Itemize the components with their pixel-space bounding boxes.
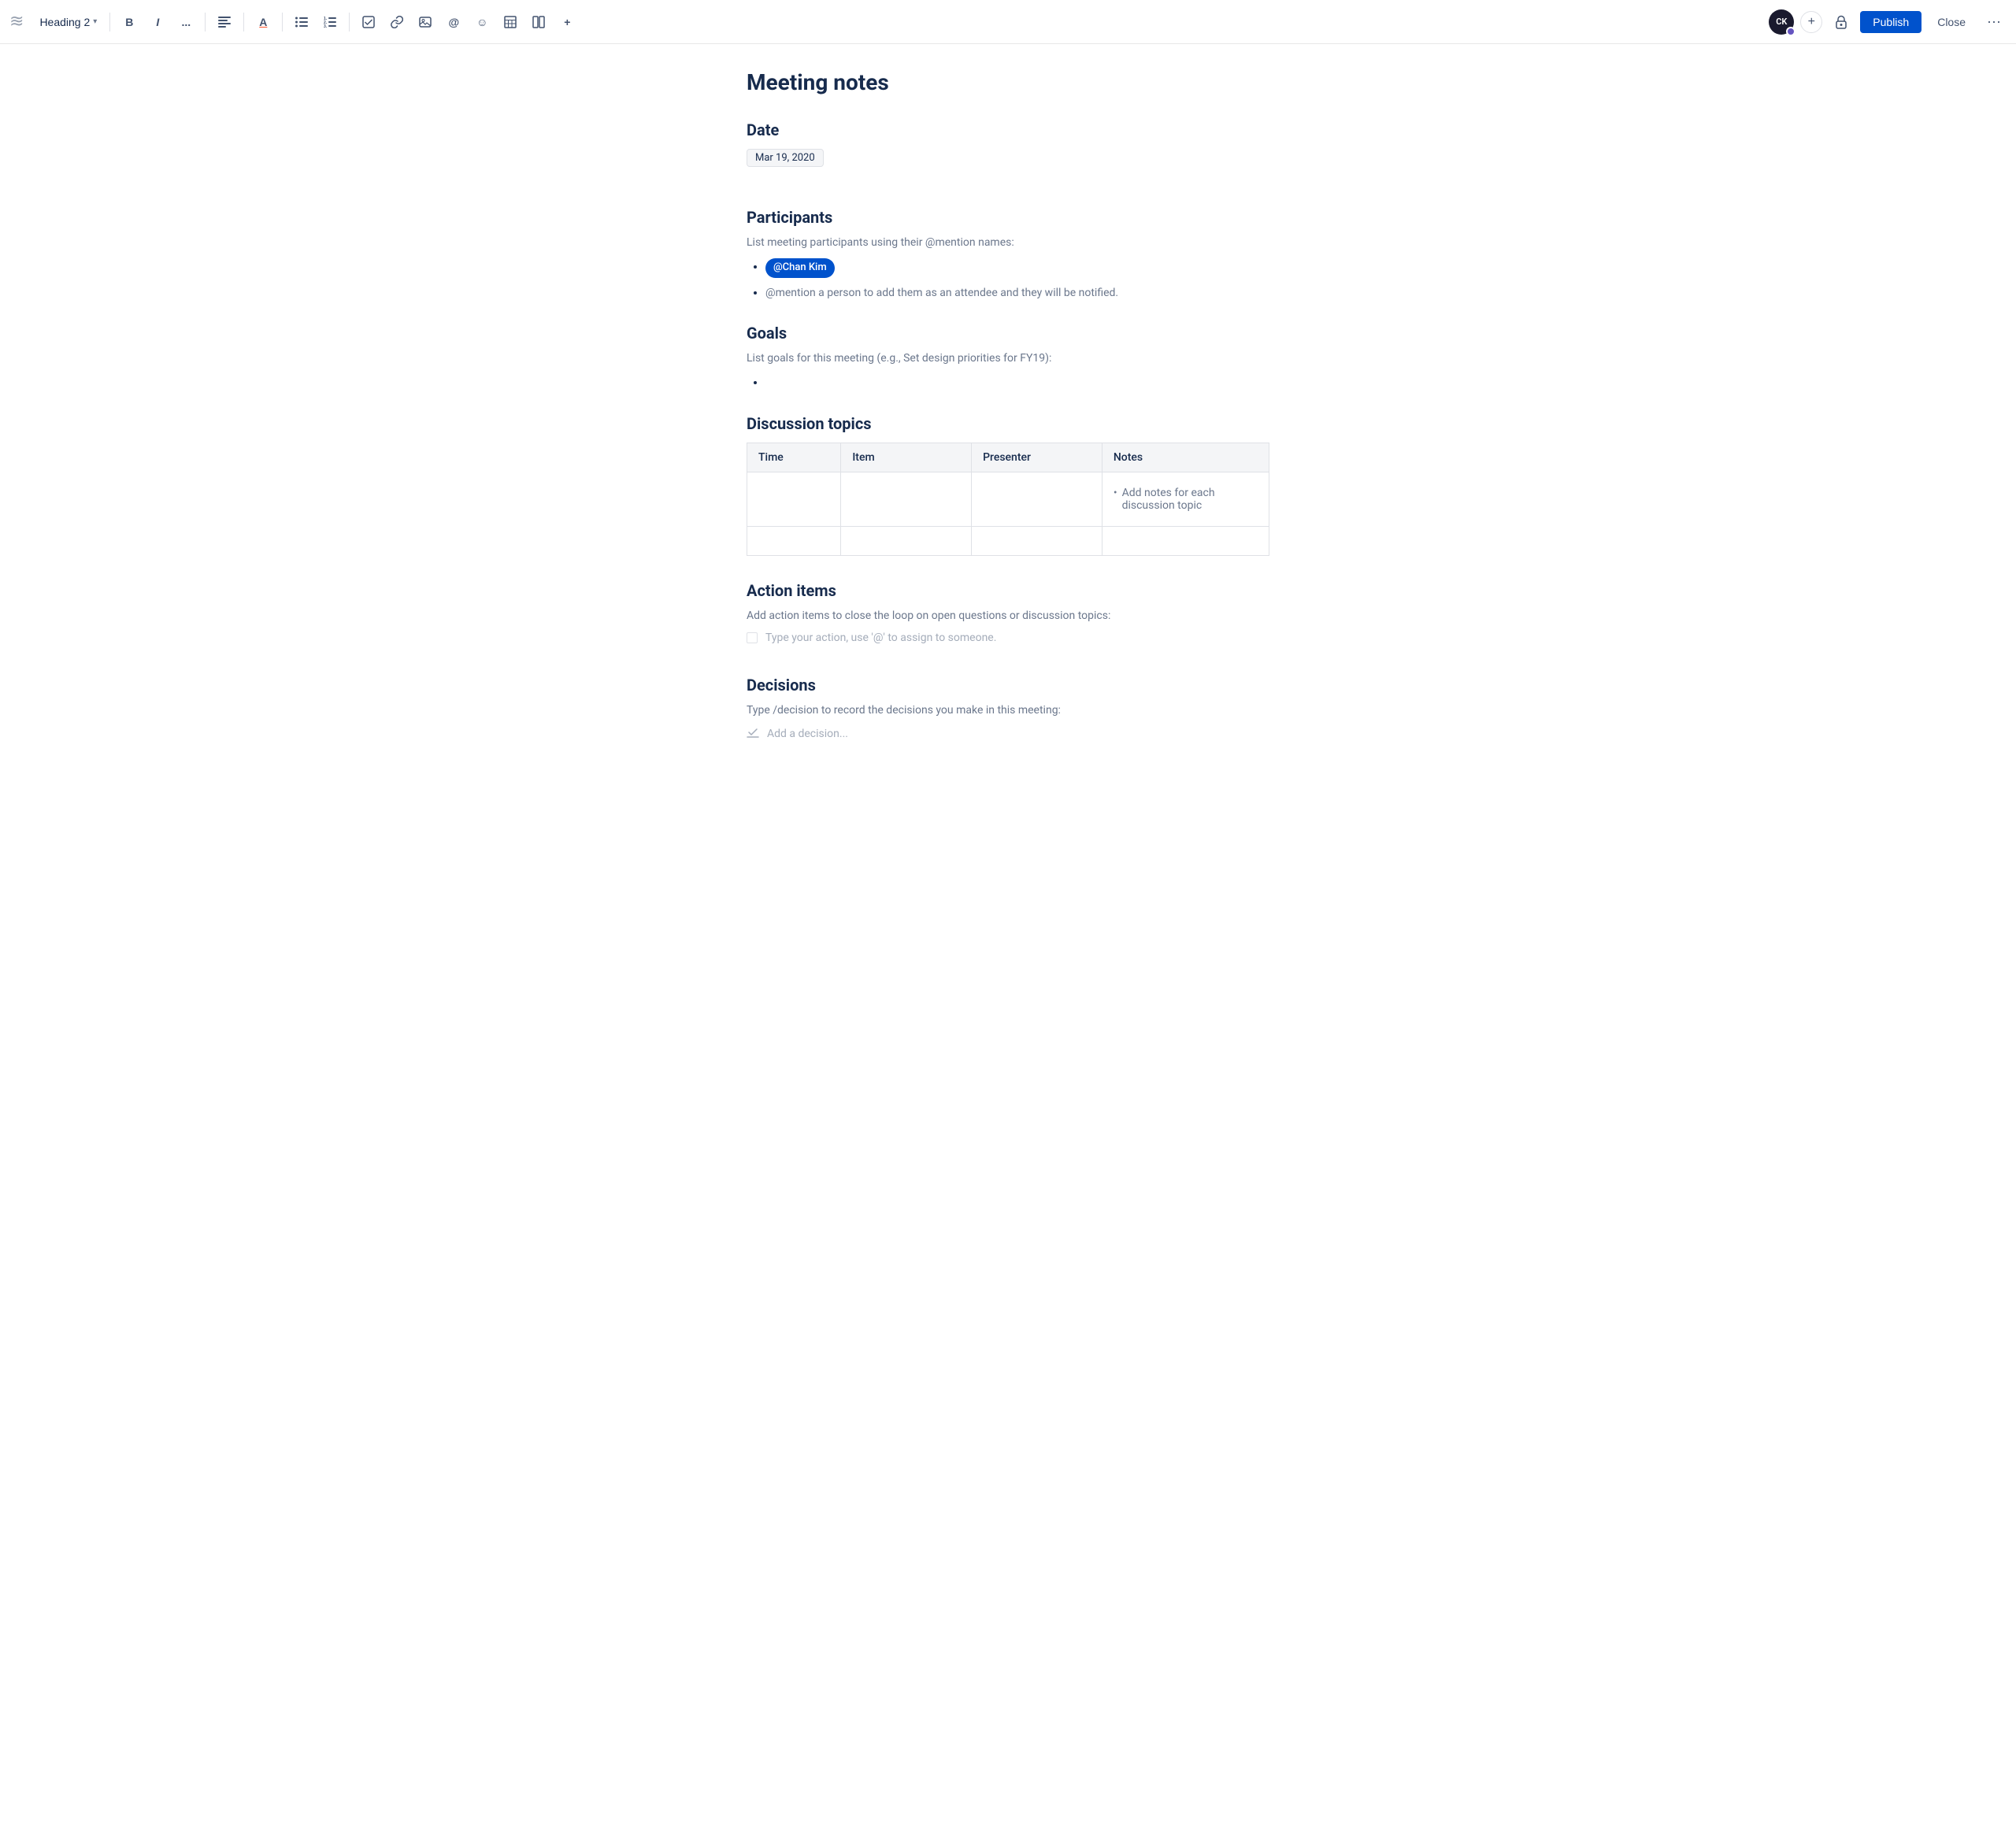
action-placeholder[interactable]: Type your action, use '@' to assign to s… bbox=[765, 632, 996, 644]
action-items-heading: Action items bbox=[747, 581, 1269, 600]
link-button[interactable] bbox=[384, 9, 410, 35]
table-header-time: Time bbox=[747, 443, 841, 472]
heading-style-dropdown[interactable]: Heading 2 ▾ bbox=[33, 13, 103, 31]
heading-style-label: Heading 2 bbox=[39, 16, 90, 28]
more-options-button[interactable]: ··· bbox=[1981, 9, 2007, 35]
discussion-heading: Discussion topics bbox=[747, 414, 1269, 433]
toolbar-divider-1 bbox=[109, 13, 110, 31]
table-cell-presenter[interactable] bbox=[972, 472, 1102, 526]
decisions-description: Type /decision to record the decisions y… bbox=[747, 704, 1269, 717]
table-header-item: Item bbox=[841, 443, 972, 472]
participants-description: List meeting participants using their @m… bbox=[747, 236, 1269, 249]
toolbar-divider-4 bbox=[282, 13, 283, 31]
table-header-notes: Notes bbox=[1102, 443, 1269, 472]
toolbar-divider-3 bbox=[243, 13, 244, 31]
table-header-presenter: Presenter bbox=[972, 443, 1102, 472]
goals-description: List goals for this meeting (e.g., Set d… bbox=[747, 352, 1269, 365]
action-checkbox[interactable] bbox=[747, 632, 758, 643]
goals-list bbox=[765, 374, 1269, 391]
publish-button[interactable]: Publish bbox=[1860, 11, 1922, 33]
decisions-heading: Decisions bbox=[747, 676, 1269, 695]
italic-button[interactable]: I bbox=[145, 9, 170, 35]
image-button[interactable] bbox=[413, 9, 438, 35]
table-row: Add notes for each discussion topic bbox=[747, 472, 1269, 526]
emoji-button[interactable]: ☺ bbox=[469, 9, 495, 35]
decision-row[interactable]: Add a decision... bbox=[747, 726, 1269, 742]
action-item-row[interactable]: Type your action, use '@' to assign to s… bbox=[747, 632, 1269, 644]
table-cell-time[interactable] bbox=[747, 472, 841, 526]
align-button[interactable] bbox=[212, 9, 237, 35]
list-item[interactable] bbox=[765, 374, 1269, 391]
mention-button[interactable]: @ bbox=[441, 9, 466, 35]
table-note: Add notes for each discussion topic bbox=[1114, 487, 1258, 512]
decision-icon bbox=[747, 726, 759, 742]
participants-list: @Chan Kim @mention a person to add them … bbox=[765, 258, 1269, 302]
avatar-initials: CK bbox=[1776, 17, 1787, 27]
ordered-list-button[interactable]: 1. 2. 3. bbox=[317, 9, 343, 35]
more-text-button[interactable]: ... bbox=[173, 9, 198, 35]
discussion-table: Time Item Presenter Notes Add notes for … bbox=[747, 443, 1269, 556]
date-badge[interactable]: Mar 19, 2020 bbox=[747, 149, 824, 167]
table-cell-time-2[interactable] bbox=[747, 526, 841, 555]
table-cell-notes-2[interactable] bbox=[1102, 526, 1269, 555]
task-button[interactable] bbox=[356, 9, 381, 35]
add-collaborator-button[interactable]: + bbox=[1800, 11, 1822, 33]
insert-more-button[interactable]: + bbox=[554, 9, 580, 35]
goals-heading: Goals bbox=[747, 324, 1269, 343]
avatar[interactable]: CK bbox=[1769, 9, 1794, 35]
page-content: Meeting notes Date Mar 19, 2020 Particip… bbox=[709, 44, 1307, 805]
toolbar: ≋ Heading 2 ▾ B I ... A 1. bbox=[0, 0, 2016, 44]
list-item[interactable]: @mention a person to add them as an atte… bbox=[765, 284, 1269, 302]
chevron-down-icon: ▾ bbox=[93, 17, 97, 26]
page-title[interactable]: Meeting notes bbox=[747, 69, 1269, 95]
table-cell-presenter-2[interactable] bbox=[972, 526, 1102, 555]
mention-hint: @mention a person to add them as an atte… bbox=[765, 287, 1118, 299]
toolbar-divider-5 bbox=[349, 13, 350, 31]
mention-tag[interactable]: @Chan Kim bbox=[765, 258, 835, 278]
action-items-description: Add action items to close the loop on op… bbox=[747, 609, 1269, 622]
toolbar-right: CK + Publish Close ··· bbox=[1769, 9, 2007, 35]
table-button[interactable] bbox=[498, 9, 523, 35]
toolbar-divider-2 bbox=[205, 13, 206, 31]
decision-placeholder[interactable]: Add a decision... bbox=[767, 728, 848, 740]
bullet-list-button[interactable] bbox=[289, 9, 314, 35]
avatar-badge bbox=[1786, 27, 1796, 36]
table-cell-item-2[interactable] bbox=[841, 526, 972, 555]
table-cell-notes[interactable]: Add notes for each discussion topic bbox=[1102, 472, 1269, 526]
font-color-button[interactable]: A bbox=[250, 9, 276, 35]
table-row bbox=[747, 526, 1269, 555]
bold-button[interactable]: B bbox=[117, 9, 142, 35]
close-button[interactable]: Close bbox=[1928, 11, 1975, 33]
svg-text:3.: 3. bbox=[324, 24, 328, 28]
date-heading: Date bbox=[747, 120, 1269, 139]
list-item[interactable]: @Chan Kim bbox=[765, 258, 1269, 278]
logo-icon[interactable]: ≋ bbox=[9, 12, 24, 31]
lock-button[interactable] bbox=[1829, 9, 1854, 35]
table-cell-item[interactable] bbox=[841, 472, 972, 526]
participants-heading: Participants bbox=[747, 208, 1269, 227]
columns-button[interactable] bbox=[526, 9, 551, 35]
